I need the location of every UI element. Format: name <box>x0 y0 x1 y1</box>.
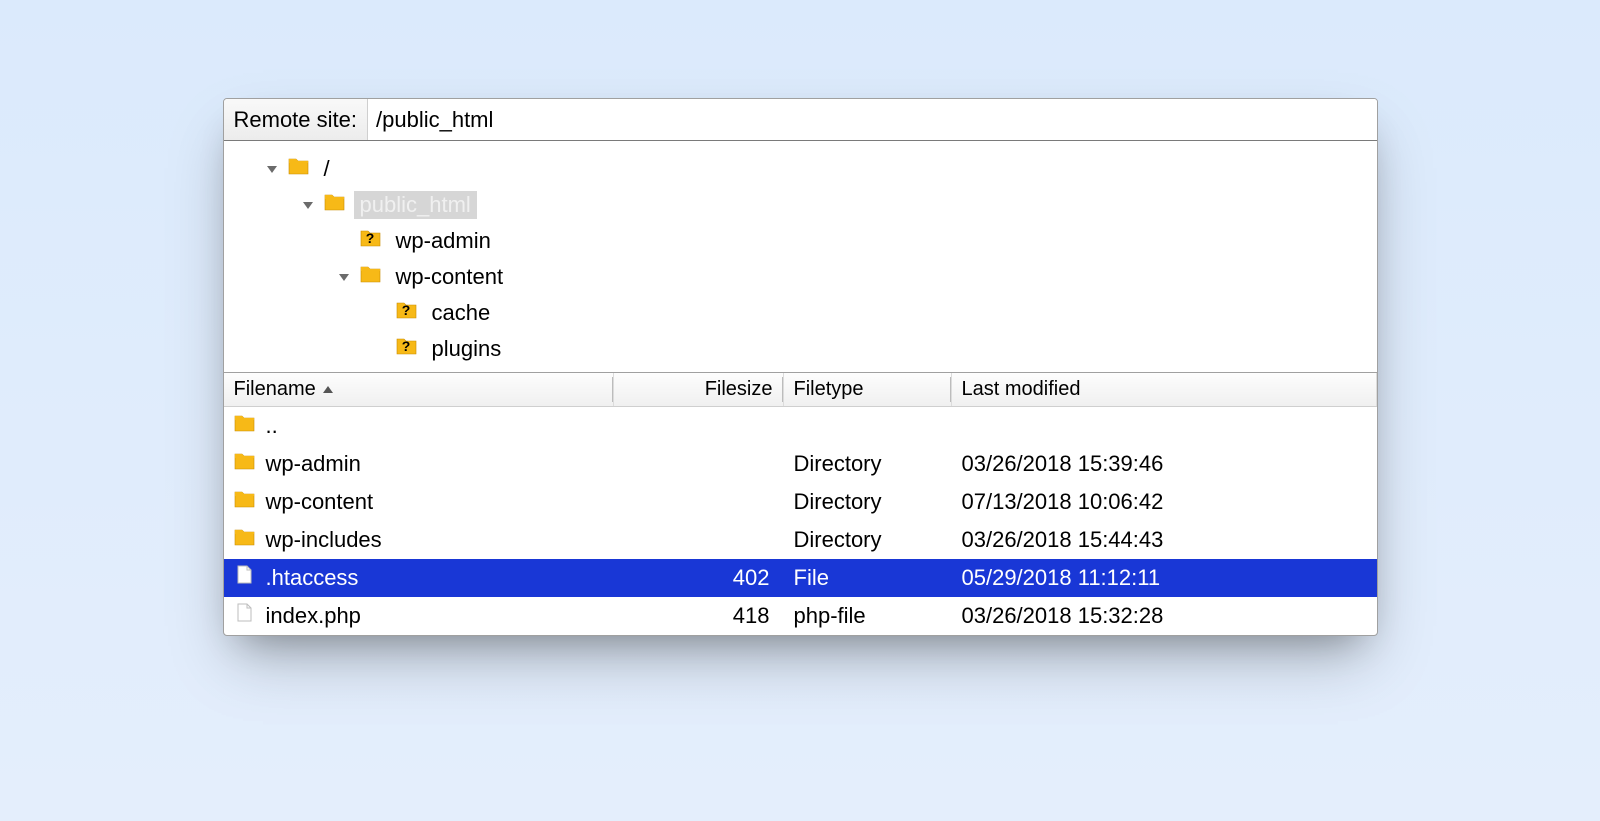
tree-node-label: wp-admin <box>390 227 497 255</box>
tree-node[interactable]: / <box>238 151 1363 187</box>
cell-last-modified: 03/26/2018 15:44:43 <box>952 527 1377 553</box>
cell-filetype: File <box>784 565 952 591</box>
tree-node-label: plugins <box>426 335 508 363</box>
disclosure-triangle-icon <box>336 233 352 249</box>
file-row[interactable]: index.php 418php-file03/26/2018 15:32:28 <box>224 597 1377 635</box>
file-row[interactable]: .. <box>224 407 1377 445</box>
tree-node[interactable]: plugins <box>238 331 1363 367</box>
file-row[interactable]: wp-admin Directory03/26/2018 15:39:46 <box>224 445 1377 483</box>
folder-icon <box>234 412 256 440</box>
disclosure-triangle-icon[interactable] <box>300 197 316 213</box>
column-header-last-modified[interactable]: Last modified <box>952 373 1377 406</box>
ftp-remote-panel: Remote site: /public_html /public_htmlwp… <box>223 98 1378 636</box>
cell-filetype: Directory <box>784 451 952 477</box>
remote-path-input[interactable]: /public_html <box>367 99 1377 140</box>
cell-last-modified: 03/26/2018 15:39:46 <box>952 451 1377 477</box>
tree-node-label: wp-content <box>390 263 510 291</box>
filename-text: .htaccess <box>266 565 359 591</box>
cell-filename: .htaccess <box>224 564 614 592</box>
remote-path-bar: Remote site: /public_html <box>224 99 1377 141</box>
cell-filesize: 418 <box>614 603 784 629</box>
filename-text: wp-content <box>266 489 374 515</box>
column-resizer[interactable] <box>782 377 783 402</box>
remote-file-list[interactable]: ..wp-adminDirectory03/26/2018 15:39:46wp… <box>224 407 1377 635</box>
disclosure-triangle-icon <box>372 341 388 357</box>
column-header-filetype[interactable]: Filetype <box>784 373 952 406</box>
file-row[interactable]: wp-content Directory07/13/2018 10:06:42 <box>224 483 1377 521</box>
remote-site-label: Remote site: <box>224 99 368 140</box>
filename-text: .. <box>266 413 278 439</box>
filename-text: wp-admin <box>266 451 361 477</box>
filename-text: index.php <box>266 603 361 629</box>
column-header-filesize[interactable]: Filesize <box>614 373 784 406</box>
file-icon <box>234 564 256 592</box>
tree-node[interactable]: public_html <box>238 187 1363 223</box>
cell-filename: wp-includes <box>224 526 614 554</box>
cell-filename: wp-admin <box>224 450 614 478</box>
folder-unknown-icon <box>396 299 418 327</box>
column-header-filename[interactable]: Filename <box>224 373 614 406</box>
cell-last-modified: 03/26/2018 15:32:28 <box>952 603 1377 629</box>
remote-directory-tree[interactable]: / public_html wp-admin wp-content cache plugi… <box>224 141 1377 373</box>
file-row[interactable]: .htaccess 402File05/29/2018 11:12:11 <box>224 559 1377 597</box>
folder-unknown-icon <box>396 335 418 363</box>
tree-node-label: public_html <box>354 191 477 219</box>
folder-icon <box>288 155 310 183</box>
file-list-header: Filename Filesize Filetype Last modified <box>224 373 1377 407</box>
disclosure-triangle-icon <box>372 305 388 321</box>
cell-last-modified: 07/13/2018 10:06:42 <box>952 489 1377 515</box>
cell-filename: .. <box>224 412 614 440</box>
column-resizer[interactable] <box>612 377 613 402</box>
tree-node[interactable]: wp-content <box>238 259 1363 295</box>
cell-filetype: Directory <box>784 489 952 515</box>
column-label: Filename <box>234 378 316 401</box>
tree-node-label: / <box>318 155 336 183</box>
cell-filetype: php-file <box>784 603 952 629</box>
file-row[interactable]: wp-includes Directory03/26/2018 15:44:43 <box>224 521 1377 559</box>
cell-filename: wp-content <box>224 488 614 516</box>
column-label: Filesize <box>705 378 773 401</box>
cell-filesize: 402 <box>614 565 784 591</box>
folder-unknown-icon <box>360 227 382 255</box>
cell-filetype: Directory <box>784 527 952 553</box>
sort-asc-icon <box>322 384 334 395</box>
column-label: Filetype <box>794 378 864 401</box>
folder-icon <box>324 191 346 219</box>
folder-icon <box>234 450 256 478</box>
tree-node[interactable]: wp-admin <box>238 223 1363 259</box>
cell-last-modified: 05/29/2018 11:12:11 <box>952 565 1377 591</box>
column-label: Last modified <box>962 378 1081 401</box>
cell-filename: index.php <box>224 602 614 630</box>
column-resizer[interactable] <box>950 377 951 402</box>
disclosure-triangle-icon[interactable] <box>336 269 352 285</box>
folder-icon <box>234 526 256 554</box>
file-icon <box>234 602 256 630</box>
folder-icon <box>360 263 382 291</box>
tree-node-label: cache <box>426 299 497 327</box>
disclosure-triangle-icon[interactable] <box>264 161 280 177</box>
folder-icon <box>234 488 256 516</box>
tree-node[interactable]: cache <box>238 295 1363 331</box>
filename-text: wp-includes <box>266 527 382 553</box>
